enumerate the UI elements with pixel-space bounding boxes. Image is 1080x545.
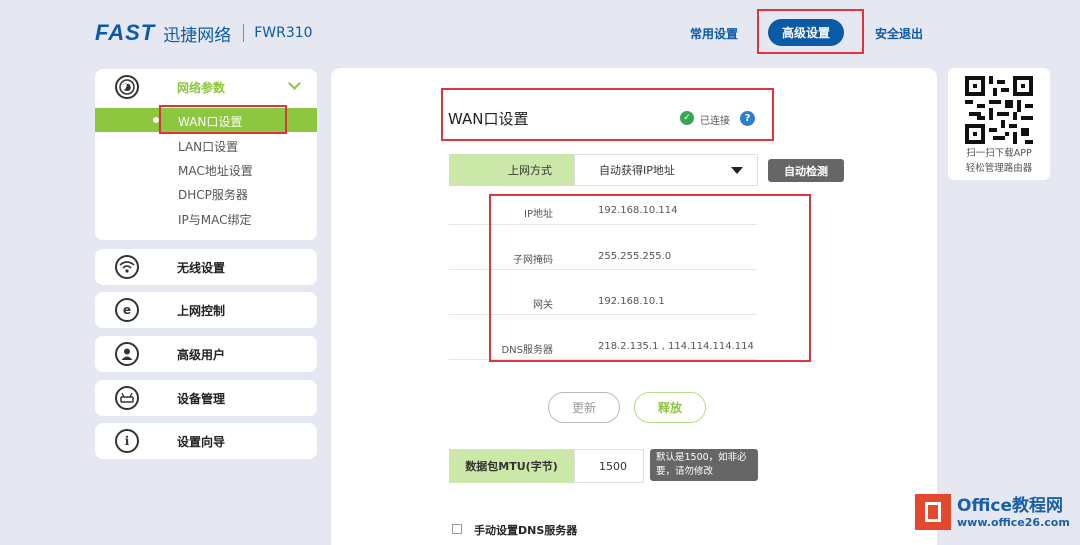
watermark: Office教程网 www.office26.com [915,494,1070,530]
internet-explorer-icon: e [115,298,139,322]
connection-type-value: 自动获得IP地址 [599,164,675,177]
annotation-box-wan [159,105,287,134]
refresh-button[interactable]: 更新 [548,392,620,423]
connection-type-select[interactable]: 自动获得IP地址 [574,154,758,186]
logo-divider [243,24,245,42]
qr-caption-line1: 扫一扫下载APP [966,148,1032,159]
sidebar-item-label: 无线设置 [177,260,226,275]
sidebar-subitem-dhcp[interactable]: DHCP服务器 [178,186,248,203]
sidebar-item-label: 设置向导 [177,434,226,449]
brand-logo: FAST 迅捷网络 FWR310 [95,20,313,46]
caret-down-icon [731,167,743,174]
info-icon: i [115,429,139,453]
sidebar-item-label: 网络参数 [177,80,226,95]
annotation-box-advanced [757,9,864,54]
nav-logout[interactable]: 安全退出 [875,25,923,42]
manual-dns-label: 手动设置DNS服务器 [474,524,578,537]
sidebar-item-setup-wizard[interactable]: i 设置向导 [95,423,317,459]
watermark-url: www.office26.com [957,515,1070,529]
brand-name-cn: 迅捷网络 [163,25,232,46]
chevron-down-icon [288,77,301,90]
mtu-input[interactable]: 1500 [574,449,644,483]
mtu-label: 数据包MTU(字节) [449,449,574,483]
router-model: FWR310 [254,25,313,41]
sidebar-item-label: 高级用户 [177,347,226,362]
brand-name: FAST [95,20,156,45]
sidebar-subitem-ip-mac[interactable]: IP与MAC绑定 [178,211,252,228]
router-icon [115,386,139,410]
sidebar-item-advanced-user[interactable]: 高级用户 [95,336,317,372]
mtu-tooltip: 默认是1500，如非必要，请勿修改 [650,449,758,481]
sidebar-item-network[interactable]: 网络参数 [95,69,317,105]
user-icon [115,342,139,366]
sidebar-item-wireless[interactable]: 无线设置 [95,249,317,285]
annotation-box-title [441,88,774,141]
watermark-brand: Office教程网 [957,495,1064,516]
qr-card: 扫一扫下载APP 轻松管理路由器 [948,68,1050,180]
sidebar-subitem-lan[interactable]: LAN口设置 [178,138,238,155]
connection-type-label: 上网方式 [449,154,574,186]
sidebar-item-label: 上网控制 [177,303,226,318]
nav-common-settings[interactable]: 常用设置 [690,25,738,42]
globe-icon [115,75,139,99]
sidebar-item-internet-control[interactable]: e 上网控制 [95,292,317,328]
qr-code-icon [965,76,1033,144]
manual-dns-checkbox[interactable] [452,524,462,534]
auto-detect-button[interactable]: 自动检测 [768,159,844,182]
sidebar-item-label: 设备管理 [177,391,226,406]
release-button[interactable]: 释放 [634,392,706,423]
sidebar-subitem-mac[interactable]: MAC地址设置 [178,162,253,179]
sidebar-item-device-management[interactable]: 设备管理 [95,380,317,416]
annotation-box-info [489,194,811,362]
qr-caption-line2: 轻松管理路由器 [965,163,1033,174]
wifi-icon [115,255,139,279]
office-logo-icon [915,494,951,530]
